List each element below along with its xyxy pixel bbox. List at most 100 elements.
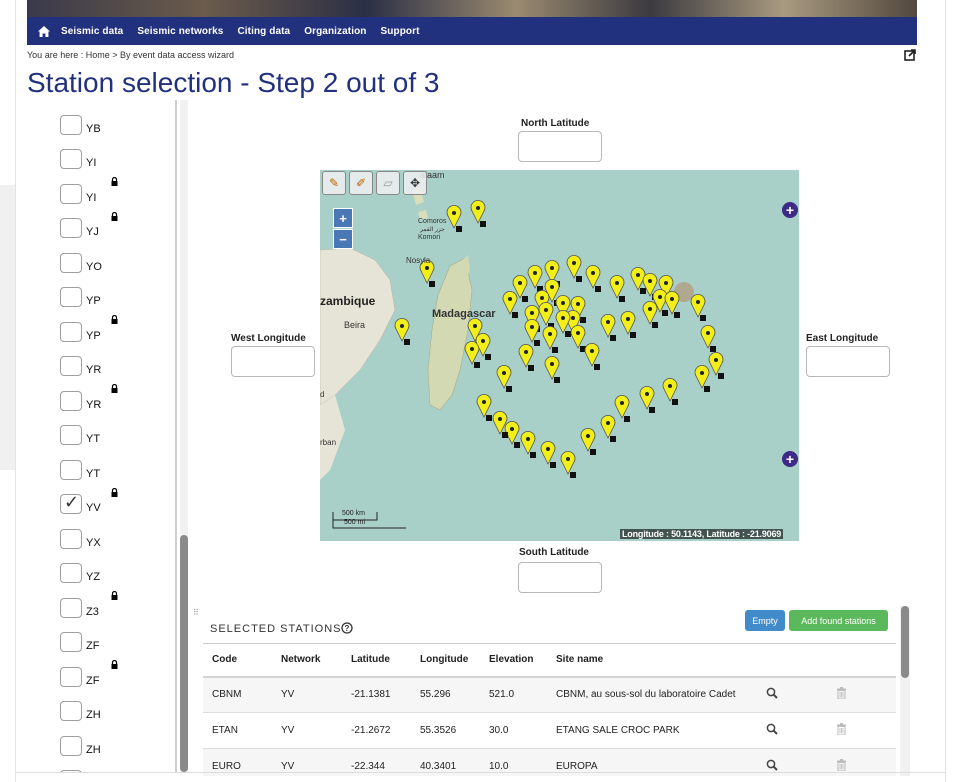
station-marker-icon[interactable] [694, 364, 710, 392]
station-marker-icon[interactable] [708, 351, 724, 379]
network-item[interactable]: ZH [60, 721, 170, 756]
station-marker-icon[interactable] [600, 414, 616, 442]
station-marker-icon[interactable] [538, 301, 554, 329]
col-code[interactable]: Code [203, 643, 272, 678]
station-marker-icon[interactable] [476, 393, 492, 421]
edit-line-icon[interactable]: ✐ [349, 171, 373, 195]
resize-handle-icon[interactable]: ⠿ [193, 608, 199, 617]
eraser-icon[interactable]: ▱ [376, 171, 400, 195]
station-marker-icon[interactable] [642, 300, 658, 328]
station-marker-icon[interactable] [502, 290, 518, 318]
col-latitude[interactable]: Latitude [342, 643, 411, 678]
home-icon[interactable] [27, 17, 61, 45]
network-checkbox[interactable] [60, 701, 82, 721]
station-marker-icon[interactable] [584, 342, 600, 370]
station-marker-icon[interactable] [570, 324, 586, 352]
trash-icon[interactable] [827, 712, 896, 749]
table-row[interactable]: CBNM YV -21.1381 55.296 521.0 CBNM, au sous-s… [203, 676, 896, 713]
station-marker-icon[interactable] [620, 310, 636, 338]
east-longitude-input[interactable] [806, 346, 890, 377]
zoom-out-button[interactable]: − [333, 229, 353, 249]
network-checkbox[interactable] [60, 735, 82, 756]
help-icon[interactable]: ? [341, 621, 353, 634]
network-item[interactable]: ZF [60, 618, 170, 652]
network-item[interactable]: YX [60, 514, 170, 549]
zoom-in-button[interactable]: + [333, 208, 353, 228]
network-item[interactable]: YI [60, 135, 170, 169]
nav-citing-data[interactable]: Citing data [237, 26, 290, 37]
north-latitude-input[interactable] [518, 131, 602, 162]
station-marker-icon[interactable] [475, 332, 491, 360]
network-item[interactable]: Z3 [60, 583, 170, 618]
station-marker-icon[interactable] [527, 264, 543, 292]
network-item[interactable]: YT [60, 445, 170, 480]
col-longitude[interactable]: Longitude [411, 643, 480, 678]
network-item[interactable]: YJ [60, 204, 170, 238]
table-row[interactable]: ETAN YV -21.2672 55.3526 30.0 ETANG SALE CROC… [203, 712, 896, 749]
nav-seismic-networks[interactable]: Seismic networks [137, 26, 223, 37]
col-site-name[interactable]: Site name [547, 643, 757, 678]
zoom-icon[interactable] [757, 712, 827, 749]
station-marker-icon[interactable] [690, 293, 706, 321]
network-item[interactable]: YR [60, 342, 170, 376]
network-checkbox[interactable] [60, 252, 82, 273]
network-checkbox[interactable] [60, 563, 82, 583]
network-checkbox[interactable] [60, 492, 82, 514]
west-longitude-input[interactable] [231, 346, 315, 377]
trash-icon[interactable] [827, 676, 896, 713]
network-checkbox[interactable] [60, 528, 82, 549]
station-marker-icon[interactable] [580, 427, 596, 455]
network-checkbox[interactable] [60, 114, 82, 135]
stations-scrollbar-thumb[interactable] [901, 606, 909, 678]
col-elevation[interactable]: Elevation [480, 643, 547, 678]
network-checkbox[interactable] [60, 287, 82, 307]
network-item[interactable]: ZI [60, 756, 170, 772]
nav-seismic-data[interactable]: Seismic data [61, 26, 123, 37]
network-checkbox[interactable] [60, 666, 82, 687]
edit-polygon-icon[interactable]: ✎ [322, 171, 346, 195]
nav-organization[interactable]: Organization [304, 26, 366, 37]
station-marker-icon[interactable] [542, 325, 558, 353]
south-latitude-input[interactable] [518, 562, 602, 593]
station-marker-icon[interactable] [560, 450, 576, 478]
station-marker-icon[interactable] [544, 355, 560, 383]
network-checkbox[interactable] [60, 597, 82, 618]
network-checkbox[interactable] [60, 321, 82, 342]
network-item[interactable]: YR [60, 376, 170, 411]
network-item[interactable]: YT [60, 411, 170, 445]
network-item[interactable]: ZF [60, 652, 170, 687]
network-item[interactable]: YI [60, 169, 170, 204]
station-marker-icon[interactable] [394, 317, 410, 345]
empty-button[interactable]: Empty [745, 610, 785, 631]
network-checkbox[interactable] [60, 218, 82, 238]
layer-switcher-bottom-icon[interactable]: + [782, 451, 798, 467]
network-item[interactable]: ZH [60, 687, 170, 721]
station-marker-icon[interactable] [540, 440, 556, 468]
station-marker-icon[interactable] [470, 199, 486, 227]
network-item[interactable]: YO [60, 238, 170, 273]
network-scrollbar-thumb[interactable] [180, 535, 188, 772]
station-marker-icon[interactable] [520, 430, 536, 458]
col-network[interactable]: Network [272, 643, 342, 678]
network-item[interactable]: YP [60, 273, 170, 307]
network-checkbox[interactable] [60, 183, 82, 204]
station-marker-icon[interactable] [585, 264, 601, 292]
network-item[interactable]: YP [60, 307, 170, 342]
external-link-icon[interactable] [904, 48, 916, 61]
network-item[interactable]: YB [60, 100, 170, 135]
nav-support[interactable]: Support [381, 26, 420, 37]
layer-switcher-top-icon[interactable]: + [782, 202, 798, 218]
network-checkbox[interactable] [60, 356, 82, 376]
move-icon[interactable]: ✥ [403, 171, 427, 195]
network-checkbox[interactable] [60, 390, 82, 411]
station-marker-icon[interactable] [446, 204, 462, 232]
zoom-icon[interactable] [757, 676, 827, 713]
network-checkbox[interactable] [60, 459, 82, 480]
station-marker-icon[interactable] [662, 377, 678, 405]
add-found-stations-button[interactable]: Add found stations [789, 610, 888, 631]
station-marker-icon[interactable] [639, 385, 655, 413]
station-marker-icon[interactable] [600, 313, 616, 341]
station-marker-icon[interactable] [614, 394, 630, 422]
station-marker-icon[interactable] [700, 324, 716, 352]
network-checkbox[interactable] [60, 149, 82, 169]
